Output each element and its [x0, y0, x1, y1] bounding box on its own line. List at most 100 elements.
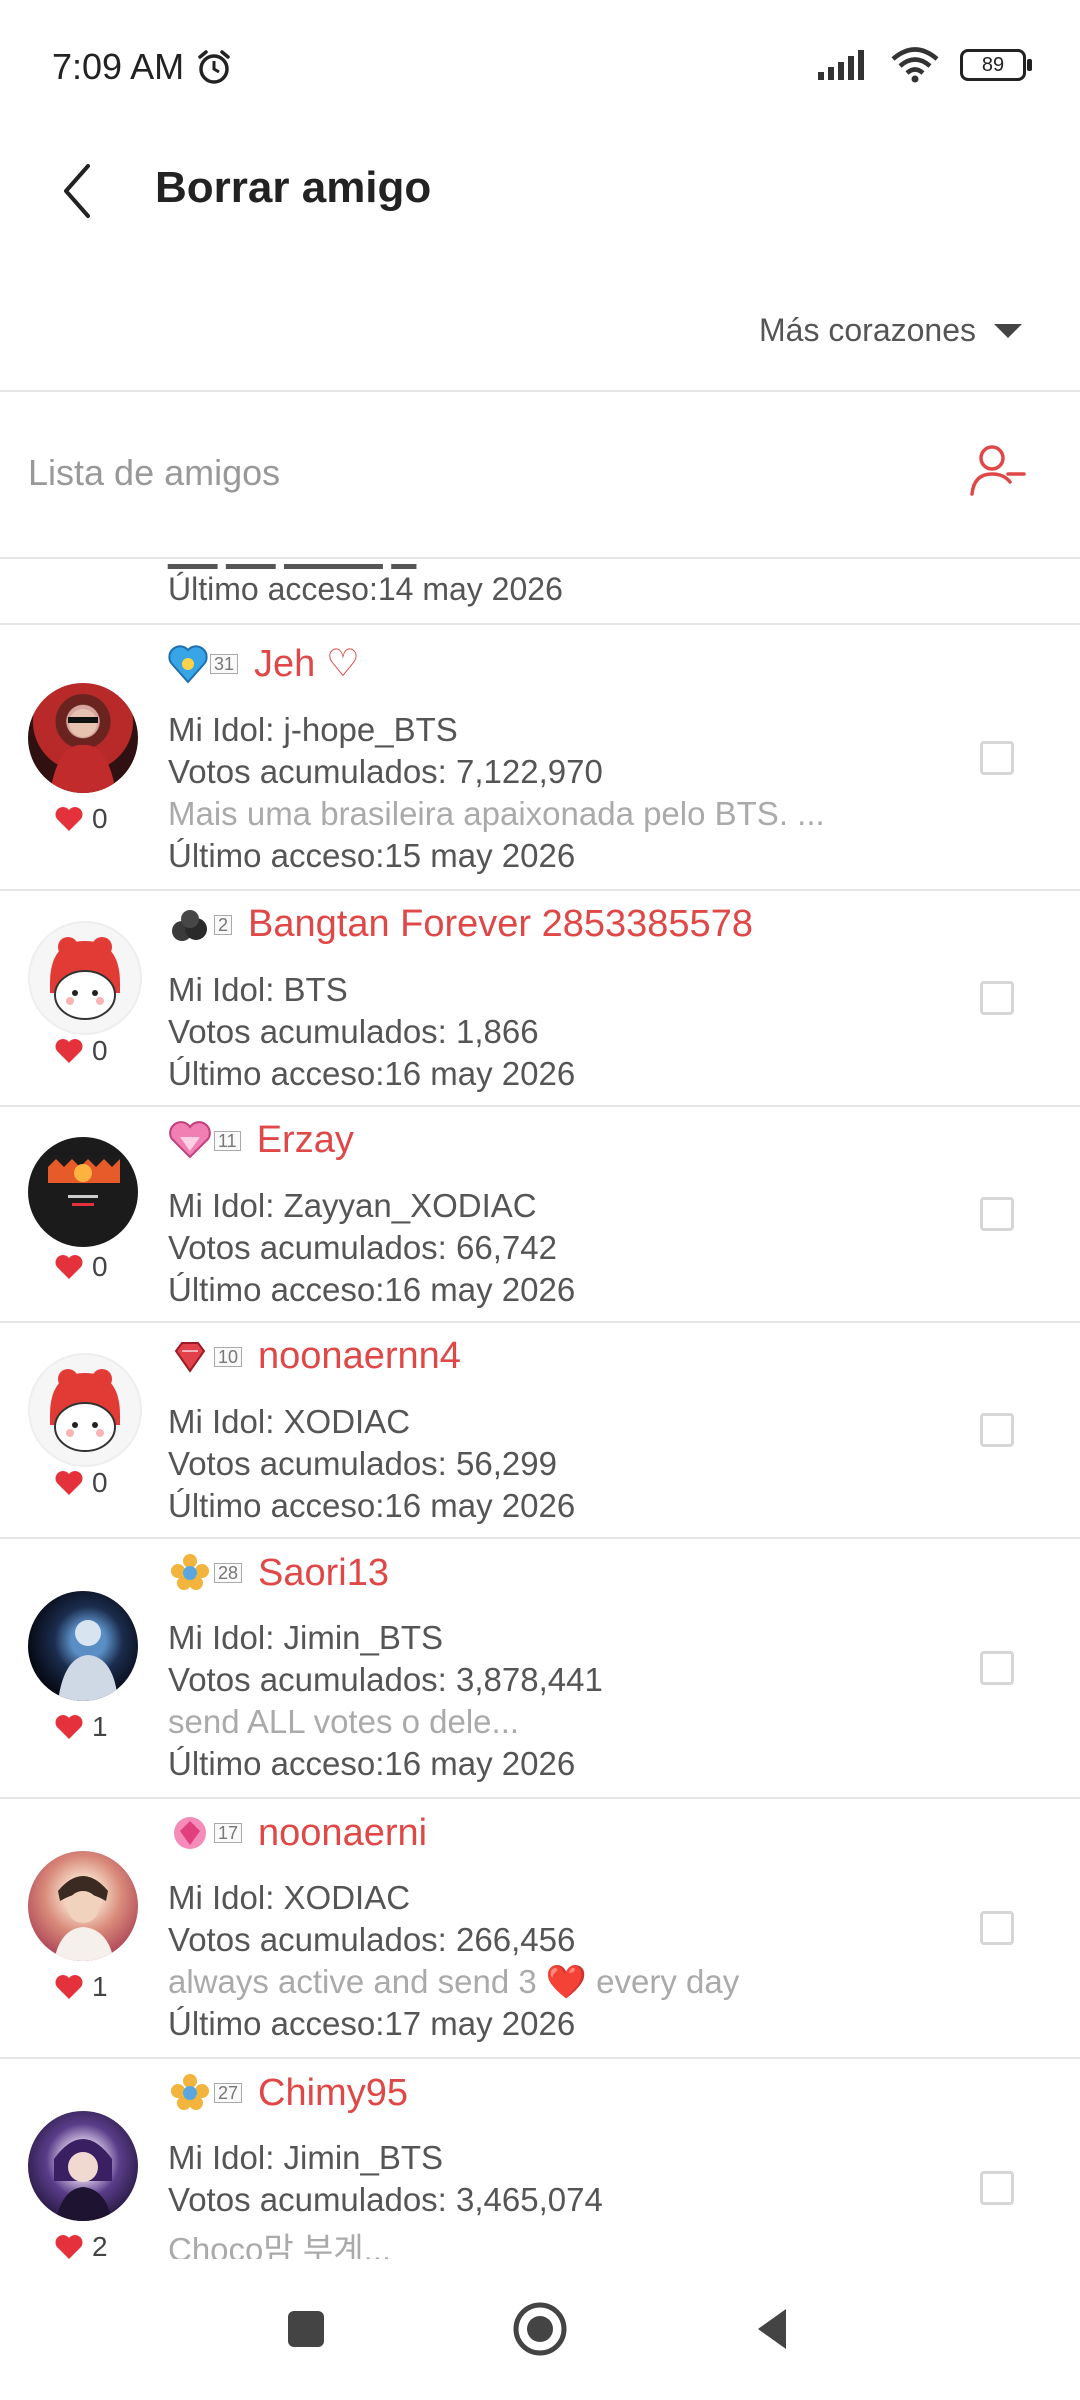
battery-indicator: 89: [960, 49, 1032, 81]
back-triangle-icon[interactable]: [744, 2299, 804, 2359]
friend-name[interactable]: noonaernn4: [258, 1335, 461, 1378]
avatar[interactable]: [28, 921, 142, 1035]
home-circle-icon[interactable]: [510, 2299, 570, 2359]
last-access: Último acceso:14 may 2026: [168, 571, 563, 607]
badge-image: [169, 1120, 211, 1158]
avatar[interactable]: [28, 1137, 138, 1247]
bio-text: send ALL votes o dele...: [168, 1703, 520, 1740]
list-item[interactable]: 1 17 noonaerni Mi Idol: XODIAC Votos acu…: [0, 1799, 1080, 2059]
select-checkbox[interactable]: [980, 741, 1014, 775]
idol-info: Mi Idol: BTS: [168, 971, 348, 1008]
level-badge: 31: [210, 653, 239, 674]
friend-name[interactable]: Chimy95: [258, 2072, 408, 2115]
ruby-badge-icon: 10: [168, 1337, 243, 1377]
list-item[interactable]: 0 11 Erzay Mi Idol: Zayyan_XODIAC Votos …: [0, 1107, 1080, 1323]
friend-name[interactable]: Jeh ♡: [254, 641, 360, 686]
back-arrow-icon[interactable]: [52, 156, 112, 226]
list-title: Lista de amigos: [28, 452, 281, 493]
avatar-image: [48, 1159, 120, 1206]
last-access: Último acceso:16 may 2026: [168, 1487, 576, 1524]
heart-count: 1: [92, 1971, 108, 2002]
status-icons: 89: [816, 46, 1032, 84]
friends-list[interactable]: ▁▁ ▁▁ ▁▁▁▁ ▁ Último acceso:14 may 2026 0…: [0, 559, 1080, 2259]
list-header: Lista de amigos: [0, 392, 1080, 557]
bio-text: Choco맘 부계...: [168, 2231, 392, 2259]
app-header: Borrar amigo: [0, 130, 1080, 260]
badge-image: [174, 1341, 206, 1373]
select-checkbox[interactable]: [980, 1911, 1014, 1945]
votes-info: Votos acumulados: 66,742: [168, 1229, 557, 1266]
heart-counter: 0: [54, 1251, 108, 1283]
avatar[interactable]: [28, 2111, 138, 2221]
votes-info: Votos acumulados: 3,878,441: [168, 1661, 603, 1698]
idol-info: Mi Idol: Jimin_BTS: [168, 2139, 444, 2176]
avatar-image: [54, 2139, 112, 2221]
heart-counter: 2: [54, 2231, 108, 2259]
list-item[interactable]: 0 10 noonaernn4 Mi Idol: XODIAC Votos ac…: [0, 1323, 1080, 1539]
badge-image: [168, 644, 208, 684]
select-checkbox[interactable]: [980, 2171, 1014, 2205]
wifi-icon: [891, 47, 939, 83]
level-badge: 28: [214, 1563, 243, 1583]
select-checkbox[interactable]: [980, 1413, 1014, 1447]
friend-name[interactable]: Saori13: [258, 1552, 389, 1595]
heart-counter: 1: [54, 1971, 108, 2003]
diamond-heart-badge-icon: 11: [168, 1120, 241, 1161]
level-badge: 27: [214, 2083, 243, 2103]
select-checkbox[interactable]: [980, 1197, 1014, 1231]
name-line: 17 noonaerni: [168, 1811, 427, 1855]
flower-badge-icon: 27: [168, 2071, 243, 2115]
battery-level: 89: [981, 53, 1005, 76]
bio-text: Mais uma brasileira apaixonada pelo BTS.…: [168, 795, 825, 832]
flower-badge-icon: 28: [168, 1551, 243, 1595]
heart-badge-icon: 31: [168, 642, 239, 686]
idol-info: Mi Idol: XODIAC: [168, 1879, 411, 1916]
list-item[interactable]: 2 27 Chimy95 Mi Idol: Jimin_BTS Votos ac…: [0, 2059, 1080, 2259]
name-line: 11 Erzay: [168, 1119, 354, 1162]
badge-image: [171, 1554, 209, 1590]
avatar-image: [58, 1620, 118, 1701]
avatar-image: [54, 1876, 114, 1961]
heart-count: 0: [92, 1035, 108, 1066]
idol-info: Mi Idol: XODIAC: [168, 1403, 411, 1440]
list-item[interactable]: 1 28 Saori13 Mi Idol: Jimin_BTS Votos ac…: [0, 1539, 1080, 1799]
heart-count: 0: [92, 1251, 108, 1282]
list-item-partial[interactable]: ▁▁ ▁▁ ▁▁▁▁ ▁ Último acceso:14 may 2026: [0, 559, 1080, 625]
sort-dropdown[interactable]: Más corazones: [759, 312, 1022, 349]
name-line: 10 noonaernn4: [168, 1335, 461, 1378]
heart-counter: 0: [54, 1467, 108, 1499]
level-badge: 17: [214, 1823, 243, 1843]
partial-text-cut: ▁▁ ▁▁ ▁▁▁▁ ▁: [168, 559, 416, 569]
bio-text: always active and send 3 ❤️ every day: [168, 1963, 740, 2000]
pink-gem-badge-icon: 17: [168, 1811, 243, 1855]
select-checkbox[interactable]: [980, 1651, 1014, 1685]
avatar-image: [50, 709, 116, 793]
sort-label: Más corazones: [759, 312, 976, 348]
heart-icon: [55, 1975, 83, 1999]
friend-name[interactable]: Erzay: [257, 1119, 354, 1162]
name-line: 31 Jeh ♡: [168, 641, 360, 686]
friend-name[interactable]: Bangtan Forever 2853385578: [248, 903, 753, 946]
avatar[interactable]: [28, 1591, 138, 1701]
heart-icon: [55, 2235, 83, 2259]
heart-count: 0: [92, 1467, 108, 1498]
select-checkbox[interactable]: [980, 981, 1014, 1015]
remove-friend-icon[interactable]: [968, 440, 1028, 500]
votes-info: Votos acumulados: 7,122,970: [168, 753, 603, 790]
avatar[interactable]: [28, 683, 138, 793]
recents-square-icon[interactable]: [276, 2299, 336, 2359]
avatar[interactable]: [28, 1353, 142, 1467]
heart-icon: [55, 807, 83, 831]
level-badge: 2: [214, 914, 233, 935]
heart-counter: 0: [54, 1035, 108, 1067]
heart-count: 2: [92, 2231, 108, 2259]
badge-image: [171, 2074, 209, 2110]
list-item[interactable]: 0 31 Jeh ♡ Mi Idol: j-hope_BTS Votos acu…: [0, 625, 1080, 891]
level-badge: 11: [214, 1130, 241, 1151]
badge-image: [172, 909, 207, 941]
friend-name[interactable]: noonaerni: [258, 1812, 427, 1855]
heart-count: 1: [92, 1711, 108, 1742]
avatar[interactable]: [28, 1851, 138, 1961]
status-bar: 7:09 AM 89: [0, 0, 1080, 130]
list-item[interactable]: 0 2 Bangtan Forever 2853385578 Mi Idol: …: [0, 891, 1080, 1107]
